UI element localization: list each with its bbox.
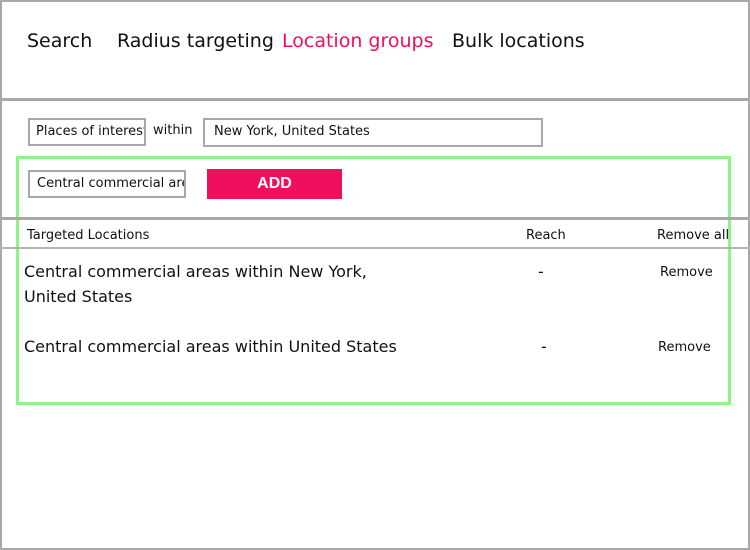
location-name: Central commercial areas within United S… xyxy=(24,337,397,356)
tabs-divider xyxy=(0,98,750,101)
remove-button[interactable]: Remove xyxy=(658,339,711,357)
table-header-divider xyxy=(0,247,750,249)
header-reach: Reach xyxy=(526,228,566,243)
reach-value: - xyxy=(538,262,544,281)
location-name: Central commercial areas within New York… xyxy=(24,262,367,306)
reach-value: - xyxy=(541,337,547,356)
header-targeted-locations: Targeted Locations xyxy=(27,228,150,243)
within-label: within xyxy=(153,123,193,138)
tab-location-groups[interactable]: Location groups xyxy=(282,28,433,54)
category-select[interactable]: Central commercial areas xyxy=(28,170,186,198)
remove-button[interactable]: Remove xyxy=(660,264,713,282)
poi-type-select[interactable]: Places of interest xyxy=(28,118,146,146)
remove-all-button[interactable]: Remove all xyxy=(657,227,729,245)
add-button[interactable]: ADD xyxy=(207,169,342,199)
tab-radius-targeting[interactable]: Radius targeting xyxy=(117,28,274,54)
tab-search[interactable]: Search xyxy=(27,28,92,54)
location-input[interactable]: New York, United States xyxy=(203,118,543,147)
tab-bulk-locations[interactable]: Bulk locations xyxy=(452,28,585,54)
form-divider xyxy=(0,217,750,220)
